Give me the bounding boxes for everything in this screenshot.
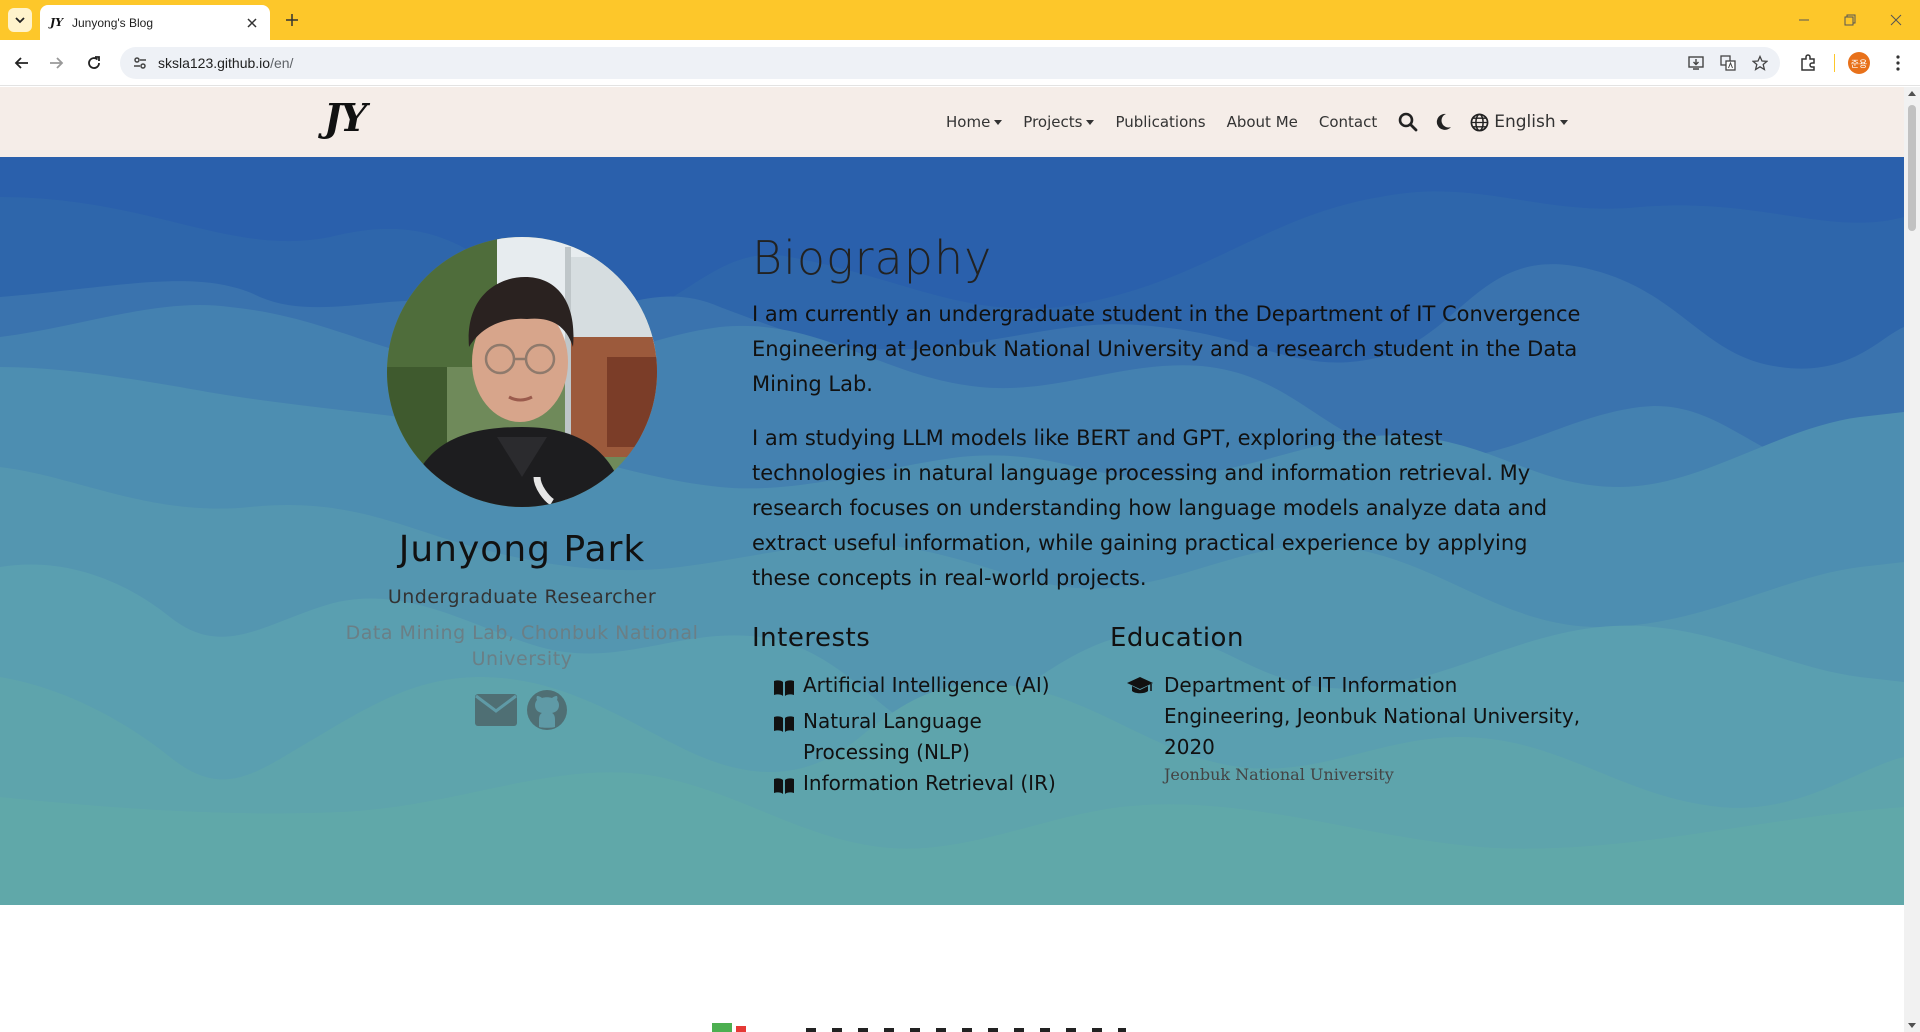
emoji-icon xyxy=(712,1023,732,1032)
close-window-button[interactable] xyxy=(1884,8,1908,32)
interests-list: Artificial Intelligence (AI) Natural Lan… xyxy=(773,670,1093,804)
scrollbar-thumb[interactable] xyxy=(1908,105,1916,231)
biography-paragraph: I am studying LLM models like BERT and G… xyxy=(752,426,1548,590)
interest-label: Information Retrieval (IR) xyxy=(803,771,1056,795)
address-bar[interactable]: sksla123.github.io/en/ xyxy=(120,47,1780,79)
url-host: sksla123.github.io xyxy=(158,55,271,71)
toolbar-divider xyxy=(1834,54,1835,72)
nav-item-label: Projects xyxy=(1023,113,1083,131)
favicon-icon: JY xyxy=(50,16,64,29)
forward-button[interactable] xyxy=(44,51,68,75)
nav-item-about-me[interactable]: About Me xyxy=(1227,113,1298,131)
arrow-right-icon xyxy=(50,57,64,69)
browser-toolbar: sksla123.github.io/en/ 준용 xyxy=(0,40,1920,86)
page-scrollbar[interactable] xyxy=(1904,87,1920,1032)
list-item: Natural Language Processing (NLP) xyxy=(773,706,1093,768)
nav-item-label: Home xyxy=(946,113,991,131)
book-icon xyxy=(773,670,803,706)
reload-button[interactable] xyxy=(82,51,106,75)
nav-menu: Home Projects Publications About Me Cont… xyxy=(946,87,1568,157)
language-label: English xyxy=(1494,112,1556,132)
plus-icon xyxy=(286,14,298,26)
globe-icon xyxy=(1470,113,1489,131)
profile-role: Undergraduate Researcher xyxy=(387,586,657,608)
tab-search-button[interactable] xyxy=(8,8,32,32)
book-icon xyxy=(773,768,803,804)
list-item: Department of IT Information Engineering… xyxy=(1126,670,1586,784)
close-icon xyxy=(1890,14,1902,26)
education-degree: Department of IT Information Engineering… xyxy=(1164,673,1581,759)
profile-name: Junyong Park xyxy=(398,529,646,570)
restore-icon xyxy=(1844,14,1856,26)
chevron-down-icon xyxy=(15,17,25,24)
reload-icon xyxy=(88,56,100,69)
biography-heading: Biography xyxy=(752,231,993,285)
nav-item-contact[interactable]: Contact xyxy=(1319,113,1377,131)
site-navbar: JY Home Projects Publications About Me C… xyxy=(0,87,1904,157)
book-icon xyxy=(773,706,803,768)
kebab-menu-icon xyxy=(1896,55,1900,71)
interests-heading: Interests xyxy=(752,623,871,653)
minimize-icon xyxy=(1799,19,1809,21)
nav-item-projects[interactable]: Projects xyxy=(1023,113,1095,131)
nav-item-publications[interactable]: Publications xyxy=(1115,113,1205,131)
hero-section: Junyong Park Undergraduate Researcher Da… xyxy=(0,157,1904,905)
dark-mode-toggle[interactable] xyxy=(1436,113,1452,131)
scroll-down-arrow[interactable] xyxy=(1908,1023,1916,1028)
search-button[interactable] xyxy=(1398,112,1418,132)
section-heading-peek xyxy=(712,1023,1126,1032)
interest-label: Artificial Intelligence (AI) xyxy=(803,673,1050,697)
tab-close-icon[interactable] xyxy=(244,15,260,31)
email-icon[interactable] xyxy=(474,693,518,727)
minimize-button[interactable] xyxy=(1792,8,1816,32)
list-item: Information Retrieval (IR) xyxy=(773,768,1093,804)
education-school: Jeonbuk National University xyxy=(1164,765,1394,784)
education-heading: Education xyxy=(1110,623,1244,653)
nav-item-label: Contact xyxy=(1318,113,1378,131)
social-links xyxy=(474,690,568,731)
install-app-icon[interactable] xyxy=(1684,51,1708,75)
graduation-cap-icon xyxy=(1126,670,1164,784)
url-path: /en/ xyxy=(270,55,294,71)
url-text: sksla123.github.io/en/ xyxy=(158,55,293,71)
translate-icon[interactable] xyxy=(1716,51,1740,75)
next-section xyxy=(0,905,1904,1032)
caret-down-icon xyxy=(994,119,1003,125)
browser-tab-strip: JY Junyong's Blog xyxy=(0,0,1920,40)
list-item: Artificial Intelligence (AI) xyxy=(773,670,1093,706)
tab-title: Junyong's Blog xyxy=(72,15,154,30)
new-tab-button[interactable] xyxy=(282,10,302,30)
language-dropdown[interactable]: English xyxy=(1470,112,1568,132)
moon-icon xyxy=(1437,113,1452,130)
back-button[interactable] xyxy=(10,51,34,75)
heading-text-cutoff xyxy=(806,1028,1126,1032)
education-list: Department of IT Information Engineering… xyxy=(1126,670,1586,784)
browser-tab-active[interactable]: JY Junyong's Blog xyxy=(40,5,270,40)
github-icon[interactable] xyxy=(526,689,568,731)
profile-photo xyxy=(387,237,657,507)
nav-item-label: About Me xyxy=(1226,113,1298,131)
nav-item-home[interactable]: Home xyxy=(946,113,1003,131)
caret-down-icon xyxy=(1086,119,1095,125)
site-logo[interactable]: JY xyxy=(324,95,367,140)
interest-label: Natural Language Processing (NLP) xyxy=(803,709,982,764)
profile-avatar[interactable]: 준용 xyxy=(1848,52,1870,74)
arrow-left-icon xyxy=(14,57,28,69)
puzzle-icon xyxy=(1801,54,1815,71)
caret-down-icon xyxy=(1559,119,1568,125)
biography-paragraph: I am currently an undergraduate student … xyxy=(752,302,1581,396)
extensions-button[interactable] xyxy=(1796,51,1820,75)
profile-affiliation: Data Mining Lab, Chonbuk National Univer… xyxy=(345,622,699,670)
bookmark-star-icon[interactable] xyxy=(1748,51,1772,75)
nav-item-label: Publications xyxy=(1115,113,1206,131)
site-info-icon[interactable] xyxy=(124,47,156,79)
search-icon xyxy=(1398,112,1418,132)
scroll-up-arrow[interactable] xyxy=(1908,91,1916,96)
browser-menu-button[interactable] xyxy=(1886,51,1910,75)
emoji-icon-part xyxy=(736,1026,746,1032)
restore-button[interactable] xyxy=(1838,8,1862,32)
